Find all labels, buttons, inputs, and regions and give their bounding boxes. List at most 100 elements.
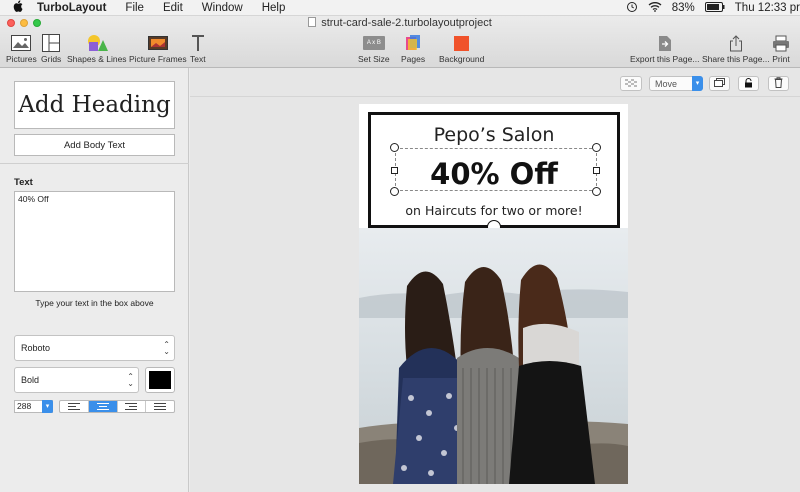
toolbar: strut-card-sale-2.turbolayoutproject Pic… [0, 16, 800, 68]
menu-window[interactable]: Window [202, 2, 243, 14]
transparency-button[interactable] [620, 76, 642, 91]
menu-file[interactable]: File [125, 2, 144, 14]
pages-icon [405, 32, 421, 54]
text-hint: Type your text in the box above [35, 298, 154, 308]
pages-button[interactable]: Pages [401, 32, 425, 64]
print-button[interactable]: Print [772, 32, 790, 64]
share-label: Share this Page... [702, 54, 770, 64]
menu-clock[interactable]: Thu 12:33 pr [735, 2, 800, 14]
resize-handle-left[interactable] [391, 167, 398, 174]
tagline-text[interactable]: on Haircuts for two or more! [371, 203, 617, 218]
share-icon [729, 32, 743, 54]
arrange-button[interactable] [709, 76, 730, 91]
frames-label: Picture Frames [129, 54, 187, 64]
set-size-label: Set Size [358, 54, 390, 64]
export-label: Export this Page... [630, 54, 700, 64]
export-page-button[interactable]: Export this Page... [630, 32, 699, 64]
document-icon [308, 17, 317, 27]
chevron-down-icon[interactable]: ▾ [42, 400, 53, 413]
font-size-value: 288 [17, 401, 32, 411]
resize-handle-bottom-left[interactable] [390, 187, 399, 196]
shapes-lines-button[interactable]: Shapes & Lines [67, 32, 127, 64]
shapes-label: Shapes & Lines [67, 54, 127, 64]
sale-card[interactable]: Pepo’s Salon 40% Off on Haircuts for two… [368, 112, 620, 234]
align-center-icon [96, 402, 109, 411]
lock-icon [744, 77, 753, 90]
canvas-area: Move ▾ Pepo’s Salon 40% Off on Haircuts … [190, 68, 800, 492]
text-color-swatch [149, 371, 171, 389]
set-size-icon-text: A x B [362, 36, 385, 50]
text-icon [191, 32, 205, 54]
menu-help[interactable]: Help [262, 2, 286, 14]
mode-value: Move [655, 78, 678, 89]
font-family-select[interactable]: Roboto ⌃ ⌄ [14, 335, 175, 361]
battery-icon[interactable] [704, 1, 725, 15]
document-title-text: strut-card-sale-2.turbolayoutproject [321, 17, 492, 29]
text-color-well[interactable] [145, 367, 175, 393]
background-swatch [454, 35, 470, 51]
menu-bar: TurboLayout File Edit Window Help 83% Th… [0, 0, 800, 16]
resize-handle-top-right[interactable] [592, 143, 601, 152]
font-family-value: Roboto [21, 343, 51, 353]
time-machine-icon[interactable] [626, 1, 638, 16]
document-title: strut-card-sale-2.turbolayoutproject [0, 17, 800, 29]
font-size-combo[interactable]: 288 ▾ [14, 400, 53, 413]
print-label: Print [772, 54, 790, 64]
pictures-button[interactable]: Pictures [6, 32, 37, 64]
mode-select[interactable]: Move ▾ [649, 76, 703, 91]
share-page-button[interactable]: Share this Page... [702, 32, 770, 64]
font-weight-value: Bold [21, 375, 40, 385]
chevron-down-icon[interactable]: ▾ [692, 76, 703, 91]
align-left-icon [67, 402, 80, 411]
grids-button[interactable]: Grids [41, 32, 61, 64]
lock-button[interactable] [738, 76, 759, 91]
text-tool-button[interactable]: Text [190, 32, 206, 64]
set-size-icon: A x B [362, 32, 385, 54]
delete-button[interactable] [768, 76, 789, 91]
resize-handle-bottom-right[interactable] [592, 187, 601, 196]
shapes-icon [86, 32, 108, 54]
salon-name-text[interactable]: Pepo’s Salon [371, 124, 617, 146]
align-right-icon [125, 402, 138, 411]
checkerboard-icon [625, 78, 637, 89]
battery-percent[interactable]: 83% [672, 2, 695, 14]
divider [0, 163, 189, 164]
text-tool-label: Text [190, 54, 206, 64]
pictures-label: Pictures [6, 54, 37, 64]
resize-handle-top-left[interactable] [390, 143, 399, 152]
status-area: 83% Thu 12:33 pr [616, 0, 800, 16]
layers-icon [714, 78, 725, 89]
frame-icon [147, 32, 168, 54]
background-label: Background [439, 54, 485, 64]
align-justify-icon [154, 402, 167, 411]
grids-label: Grids [41, 54, 62, 64]
hair-photo[interactable] [359, 228, 628, 484]
add-heading-button[interactable]: Add Heading [14, 81, 175, 129]
apple-icon[interactable] [11, 0, 25, 15]
picture-frames-button[interactable]: Picture Frames [129, 32, 187, 64]
updown-chevron-icon: ⌃ ⌄ [127, 372, 134, 388]
picture-icon [11, 32, 32, 54]
canvas-toolbar: Move ▾ [190, 68, 800, 97]
menu-edit[interactable]: Edit [163, 2, 183, 14]
resize-handle-right[interactable] [593, 167, 600, 174]
menu-app-name[interactable]: TurboLayout [37, 2, 106, 14]
app-window: strut-card-sale-2.turbolayoutproject Pic… [0, 16, 800, 492]
grid-icon [42, 32, 61, 54]
page-canvas[interactable]: Pepo’s Salon 40% Off on Haircuts for two… [359, 104, 628, 484]
align-left-button[interactable] [60, 401, 89, 412]
text-section-label: Text [14, 177, 33, 188]
font-weight-select[interactable]: Bold ⌃ ⌄ [14, 367, 139, 393]
updown-chevron-icon: ⌃ ⌄ [163, 340, 170, 356]
add-body-text-button[interactable]: Add Body Text [14, 134, 175, 156]
trash-icon [774, 77, 783, 90]
set-size-button[interactable]: A x B Set Size [358, 32, 390, 64]
background-button[interactable]: Background [439, 32, 484, 64]
text-input[interactable]: 40% Off [14, 191, 175, 292]
inspector-sidebar: Add Heading Add Body Text Text 40% Off T… [0, 68, 189, 492]
pages-label: Pages [401, 54, 426, 64]
align-center-button[interactable] [88, 401, 118, 412]
wifi-icon[interactable] [648, 1, 662, 15]
align-justify-button[interactable] [146, 401, 174, 412]
align-right-button[interactable] [118, 401, 147, 412]
